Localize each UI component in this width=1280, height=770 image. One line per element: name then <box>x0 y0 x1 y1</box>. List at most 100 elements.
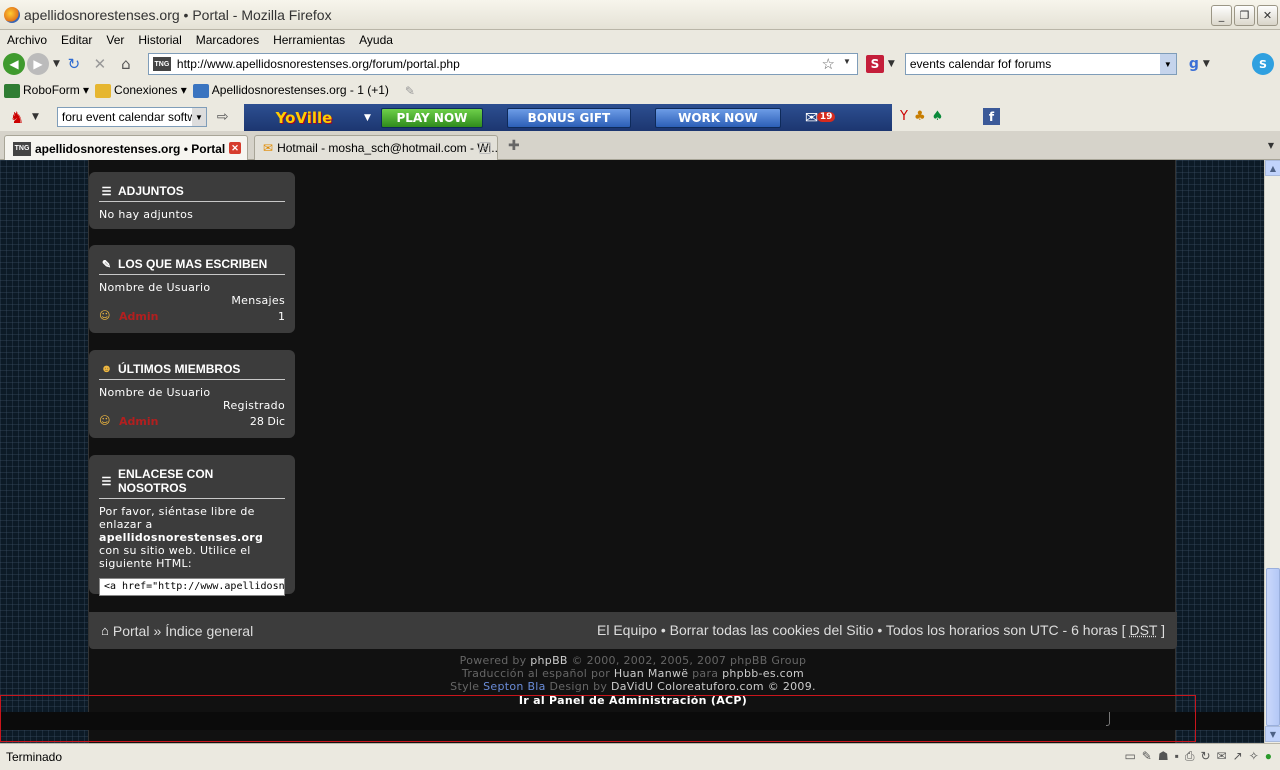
yoville-logo[interactable]: YoVille <box>244 109 364 127</box>
refresh-icon[interactable]: ↻ <box>1201 749 1211 764</box>
index-link[interactable]: Índice general <box>165 623 253 639</box>
menu-ver[interactable]: Ver <box>106 33 124 47</box>
menu-archivo[interactable]: Archivo <box>7 33 47 47</box>
go-arrow-icon[interactable]: ⇨ <box>217 109 229 125</box>
bonus-gift-button[interactable]: BONUS GIFT <box>506 107 631 128</box>
home-icon[interactable]: ⌂ <box>116 54 136 74</box>
yahoo-icon[interactable]: Y <box>900 109 908 124</box>
column-header-user: Nombre de Usuario <box>99 281 211 294</box>
portal-link[interactable]: Portal <box>113 623 150 639</box>
devil-icon[interactable]: ♞ <box>6 108 28 127</box>
mail-status-icon[interactable]: ✉ <box>1217 749 1227 764</box>
url-dropdown-icon[interactable]: ▼ <box>843 57 851 66</box>
menu-herramientas[interactable]: Herramientas <box>273 33 345 47</box>
maximize-button[interactable]: ❐ <box>1234 5 1255 26</box>
tab-hotmail[interactable]: ✉ Hotmail - mosha_sch@hotmail.com - Wi..… <box>254 135 498 160</box>
island-icon[interactable]: ♠ <box>932 109 944 124</box>
block-title: ✎ LOS QUE MAS ESCRIBEN <box>99 257 285 275</box>
minimize-button[interactable]: _ <box>1211 5 1232 26</box>
yoville-search-dropdown-icon[interactable]: ▼ <box>191 108 206 126</box>
stop-icon[interactable]: ✕ <box>90 54 110 74</box>
menu-editar[interactable]: Editar <box>61 33 92 47</box>
history-dropdown-icon[interactable]: ▼ <box>53 59 60 69</box>
print-icon[interactable]: ⎙ <box>1185 749 1195 764</box>
username-link[interactable]: Admin <box>119 415 250 428</box>
scroll-down-icon[interactable]: ▼ <box>1265 726 1280 742</box>
style-link[interactable]: Septon Bla <box>483 680 546 693</box>
edit-icon[interactable]: ✎ <box>1142 749 1152 764</box>
tab-portal[interactable]: TNG apellidosnorestenses.org • Portal ✕ <box>4 135 248 161</box>
chart-icon[interactable]: ↗ <box>1233 749 1243 764</box>
work-now-button[interactable]: WORK NOW <box>654 107 781 128</box>
pen-icon[interactable]: ✎ <box>405 84 415 98</box>
user-icon: ☺ <box>99 309 111 322</box>
save-icon[interactable]: ▪ <box>1175 749 1179 764</box>
menu-marcadores[interactable]: Marcadores <box>196 33 259 47</box>
team-link[interactable]: El Equipo <box>597 622 657 638</box>
star-folder-icon <box>95 83 112 98</box>
scroll-thumb[interactable] <box>1266 568 1280 726</box>
phpbb-es-link[interactable]: phpbb-es.com <box>722 667 804 680</box>
list-icon: ☰ <box>101 475 112 488</box>
tools-icon[interactable]: ✧ <box>1249 749 1259 764</box>
new-tab-icon[interactable]: ✚ <box>508 138 520 154</box>
vertical-scrollbar[interactable]: ▲ ▼ <box>1264 160 1280 743</box>
reload-icon[interactable]: ↻ <box>64 54 84 74</box>
username-link[interactable]: Admin <box>119 310 278 323</box>
play-now-button[interactable]: PLAY NOW <box>380 107 483 128</box>
close-tab-icon[interactable]: ✕ <box>479 142 491 154</box>
link-code-field[interactable]: <a href="http://www.apellidosnorestenses… <box>99 578 285 596</box>
tab-list-dropdown-icon[interactable]: ▼ <box>1268 141 1274 150</box>
network-icon[interactable]: ☗ <box>1158 749 1169 764</box>
status-text: Terminado <box>6 750 63 764</box>
list-item: ☺ Admin 1 <box>99 309 285 323</box>
site-bookmark-item[interactable]: Apellidosnorestenses.org - 1 (+1) <box>192 83 389 98</box>
menu-ayuda[interactable]: Ayuda <box>359 33 393 47</box>
google-dropdown-icon[interactable]: ▼ <box>1203 59 1210 69</box>
no-attachments-text: No hay adjuntos <box>99 208 194 221</box>
scroll-up-icon[interactable]: ▲ <box>1265 160 1280 176</box>
dst-abbr: DST <box>1129 622 1158 638</box>
page-icon[interactable]: ▭ <box>1124 749 1135 764</box>
notepad-icon: ✎ <box>101 258 112 271</box>
menu-bar: Archivo Editar Ver Historial Marcadores … <box>0 30 1280 50</box>
footer-links: El Equipo • Borrar todas las cookies del… <box>596 622 1165 638</box>
search-dropdown-icon[interactable]: ▼ <box>1159 54 1176 74</box>
google-icon[interactable]: g <box>1189 56 1199 72</box>
s-dropdown-icon[interactable]: ▼ <box>888 59 895 69</box>
translator-link[interactable]: Huan Manwë <box>614 667 688 680</box>
stumble-s-icon[interactable]: S <box>865 55 884 73</box>
hotmail-icon: ✉ <box>263 141 274 155</box>
bookmark-star-icon[interactable]: ☆ <box>821 55 834 73</box>
facebook-icon[interactable]: f <box>983 108 1000 125</box>
designer-link[interactable]: DaVidU <box>611 680 653 693</box>
timezone-text: Todos los horarios son UTC - 6 horas [ <box>885 622 1126 638</box>
menu-historial[interactable]: Historial <box>138 33 181 47</box>
search-input[interactable]: events calendar fof forums ▼ <box>904 53 1177 75</box>
highlight-box <box>0 695 1196 742</box>
farm-icon[interactable]: ♣ <box>914 109 926 124</box>
registered-date: 28 Dic <box>249 414 285 428</box>
url-text[interactable]: http://www.apellidosnorestenses.org/foru… <box>177 57 460 71</box>
footer-navbar: ⌂ Portal » Índice general El Equipo • Bo… <box>89 612 1177 649</box>
roboform-item[interactable]: RoboForm ▾ <box>4 83 89 98</box>
back-button[interactable]: ◀ <box>3 53 25 75</box>
list-icon: ☰ <box>101 185 112 198</box>
yoville-dropdown-icon[interactable]: ▼ <box>364 113 371 123</box>
delete-cookies-link[interactable]: Borrar todas las cookies del Sitio <box>670 622 874 638</box>
url-bar[interactable]: TNG http://www.apellidosnorestenses.org/… <box>147 53 858 75</box>
user-icon: ☺ <box>99 414 111 427</box>
close-tab-icon[interactable]: ✕ <box>229 142 241 154</box>
mail-icon[interactable]: ✉ 19 <box>805 108 836 127</box>
block-title: ☰ ADJUNTOS <box>99 184 285 202</box>
conexiones-item[interactable]: Conexiones ▾ <box>95 83 187 98</box>
site-favicon-icon: TNG <box>152 57 171 71</box>
ok-status-icon[interactable]: ● <box>1265 749 1272 764</box>
phpbb-link[interactable]: phpBB <box>530 654 568 667</box>
forward-button[interactable]: ▶ <box>27 53 49 75</box>
skype-icon[interactable]: S <box>1252 53 1274 75</box>
devil-dropdown-icon[interactable]: ▼ <box>32 112 39 122</box>
mail-count-badge: 19 <box>816 112 836 122</box>
yoville-search-input[interactable]: foru event calendar softw ▼ <box>56 107 207 127</box>
close-window-button[interactable]: ✕ <box>1257 5 1278 26</box>
